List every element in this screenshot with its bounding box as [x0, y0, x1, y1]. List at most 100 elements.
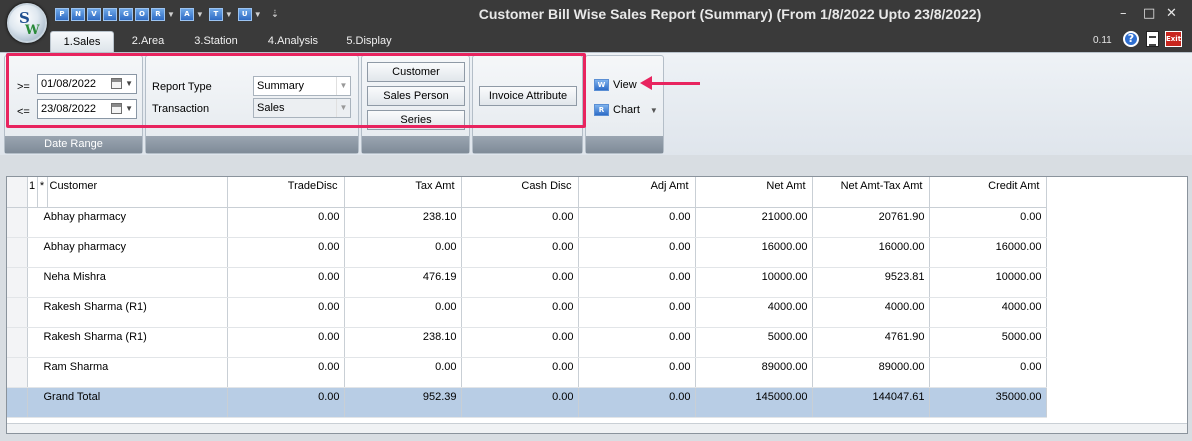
grand-total-row[interactable]: Grand Total 0.00 952.39 0.00 0.00 145000…	[7, 387, 1047, 418]
row-selector[interactable]	[7, 207, 28, 238]
annotation-arrow	[648, 82, 700, 85]
chevron-down-icon[interactable]: ▼	[125, 100, 133, 118]
invoice-attribute-group-label	[473, 136, 582, 153]
title-bar: P N V L G O R ▼ A ▼ T ▼ U ▼ ⇣ Customer B…	[0, 0, 1192, 30]
table-header-row: 1 * Customer TradeDisc Tax Amt Cash Disc…	[7, 177, 1047, 208]
tab-station[interactable]: 3.Station	[184, 31, 248, 52]
app-logo[interactable]: S W	[7, 3, 47, 43]
chevron-down-icon[interactable]: ▼	[225, 10, 233, 19]
report-table: 1 * Customer TradeDisc Tax Amt Cash Disc…	[7, 177, 1047, 418]
calendar-icon[interactable]	[111, 78, 122, 89]
cash-disc-cell: 0.00	[461, 327, 579, 358]
minimize-button[interactable]: –	[1120, 6, 1127, 21]
qat-utility-button[interactable]: U	[237, 7, 252, 21]
logo-letter: W	[25, 23, 40, 38]
chart-button[interactable]: R Chart ▼	[594, 104, 658, 116]
report-grid: 1 * Customer TradeDisc Tax Amt Cash Disc…	[6, 176, 1188, 434]
document-icon[interactable]	[1146, 31, 1159, 47]
row-selector[interactable]	[7, 297, 28, 328]
tab-analysis[interactable]: 4.Analysis	[258, 31, 328, 52]
grid-scrollbar-area[interactable]	[7, 423, 1187, 433]
tax-amt-cell: 0.00	[344, 297, 462, 328]
report-type-select[interactable]: Summary ▼	[253, 76, 351, 96]
column-header-credit-amt[interactable]: Credit Amt	[929, 177, 1047, 208]
tax-amt-cell: 238.10	[344, 207, 462, 238]
credit-amt-cell: 10000.00	[929, 267, 1047, 298]
tab-area[interactable]: 2.Area	[122, 31, 174, 52]
table-row[interactable]: Rakesh Sharma (R1) 0.00 238.10 0.00 0.00…	[7, 327, 1047, 358]
help-icon[interactable]: ?	[1123, 31, 1139, 47]
chevron-down-icon[interactable]: ▼	[650, 106, 658, 115]
column-header-net-amt-tax-amt[interactable]: Net Amt-Tax Amt	[812, 177, 930, 208]
column-header-adj-amt[interactable]: Adj Amt	[578, 177, 696, 208]
qat-graph-button[interactable]: G	[119, 7, 133, 21]
maximize-button[interactable]: □	[1143, 6, 1155, 21]
column-header-net-amt[interactable]: Net Amt	[695, 177, 813, 208]
row-selector[interactable]	[7, 267, 28, 298]
qat-analysis-button[interactable]: A	[179, 7, 194, 21]
transaction-select[interactable]: Sales ▼	[253, 98, 351, 118]
sales-person-button[interactable]: Sales Person	[367, 86, 465, 106]
qat-view-button[interactable]: V	[87, 7, 101, 21]
qat-print-button[interactable]: P	[55, 7, 69, 21]
chevron-down-icon[interactable]: ▼	[254, 10, 262, 19]
tax-amt-cell: 476.19	[344, 267, 462, 298]
table-row[interactable]: Abhay pharmacy 0.00 0.00 0.00 0.00 16000…	[7, 237, 1047, 268]
chevron-down-icon[interactable]: ▼	[196, 10, 204, 19]
customer-button[interactable]: Customer	[367, 62, 465, 82]
filter-group: Customer Sales Person Series	[361, 55, 470, 154]
row-selector[interactable]	[7, 357, 28, 388]
series-button[interactable]: Series	[367, 110, 465, 130]
row-selector[interactable]	[7, 327, 28, 358]
chevron-down-icon[interactable]: ▼	[167, 10, 175, 19]
report-type-label: Report Type	[152, 81, 212, 93]
exit-icon[interactable]: Exit	[1165, 31, 1182, 47]
column-header-customer[interactable]: Customer	[47, 177, 228, 208]
adj-amt-cell: 0.00	[578, 207, 696, 238]
table-row[interactable]: Abhay pharmacy 0.00 238.10 0.00 0.00 210…	[7, 207, 1047, 238]
total-cash-disc-cell: 0.00	[461, 387, 579, 418]
qat-list-button[interactable]: L	[103, 7, 117, 21]
adj-amt-cell: 0.00	[578, 327, 696, 358]
chevron-down-icon[interactable]: ▼	[336, 99, 350, 117]
chevron-down-icon[interactable]: ▼	[336, 77, 350, 95]
adj-amt-cell: 0.00	[578, 237, 696, 268]
qat-report-button[interactable]: R	[151, 7, 165, 21]
tab-sales[interactable]: 1.Sales	[50, 31, 114, 52]
net-amt-tax-amt-cell: 16000.00	[812, 237, 930, 268]
column-header-tax-amt[interactable]: Tax Amt	[344, 177, 462, 208]
report-options-group: Report Type Summary ▼ Transaction Sales …	[145, 55, 359, 154]
customer-cell: Rakesh Sharma (R1)	[27, 297, 228, 328]
chevron-down-icon[interactable]: ▼	[125, 75, 133, 93]
customer-cell: Abhay pharmacy	[27, 237, 228, 268]
column-header-cash-disc[interactable]: Cash Disc	[461, 177, 579, 208]
customize-toolbar-icon[interactable]: ⇣	[271, 9, 279, 20]
view-button[interactable]: W View	[594, 79, 637, 91]
row-star-header[interactable]: *	[37, 177, 48, 208]
qat-options-button[interactable]: O	[135, 7, 149, 21]
table-row[interactable]: Ram Sharma 0.00 0.00 0.00 0.00 89000.00 …	[7, 357, 1047, 388]
table-row[interactable]: Rakesh Sharma (R1) 0.00 0.00 0.00 0.00 4…	[7, 297, 1047, 328]
to-date-value: 23/08/2022	[41, 103, 97, 115]
tab-display[interactable]: 5.Display	[336, 31, 402, 52]
to-date-field[interactable]: 23/08/2022 ▼	[37, 99, 137, 119]
qat-tools-button[interactable]: T	[208, 7, 223, 21]
date-range-group-label: Date Range	[5, 136, 142, 153]
view-group: W View R Chart ▼	[585, 55, 664, 154]
column-header-tradedisc[interactable]: TradeDisc	[227, 177, 345, 208]
total-tax-amt-cell: 952.39	[344, 387, 462, 418]
invoice-attribute-button[interactable]: Invoice Attribute	[479, 86, 577, 106]
credit-amt-cell: 0.00	[929, 207, 1047, 238]
row-selector[interactable]	[7, 387, 28, 418]
report-options-group-label	[146, 136, 358, 153]
net-amt-cell: 21000.00	[695, 207, 813, 238]
close-button[interactable]: ✕	[1166, 6, 1177, 21]
qat-new-button[interactable]: N	[71, 7, 85, 21]
credit-amt-cell: 4000.00	[929, 297, 1047, 328]
row-number-header[interactable]: 1	[27, 177, 38, 208]
table-row[interactable]: Neha Mishra 0.00 476.19 0.00 0.00 10000.…	[7, 267, 1047, 298]
from-date-field[interactable]: 01/08/2022 ▼	[37, 74, 137, 94]
row-selector[interactable]	[7, 237, 28, 268]
net-amt-cell: 89000.00	[695, 357, 813, 388]
calendar-icon[interactable]	[111, 103, 122, 114]
